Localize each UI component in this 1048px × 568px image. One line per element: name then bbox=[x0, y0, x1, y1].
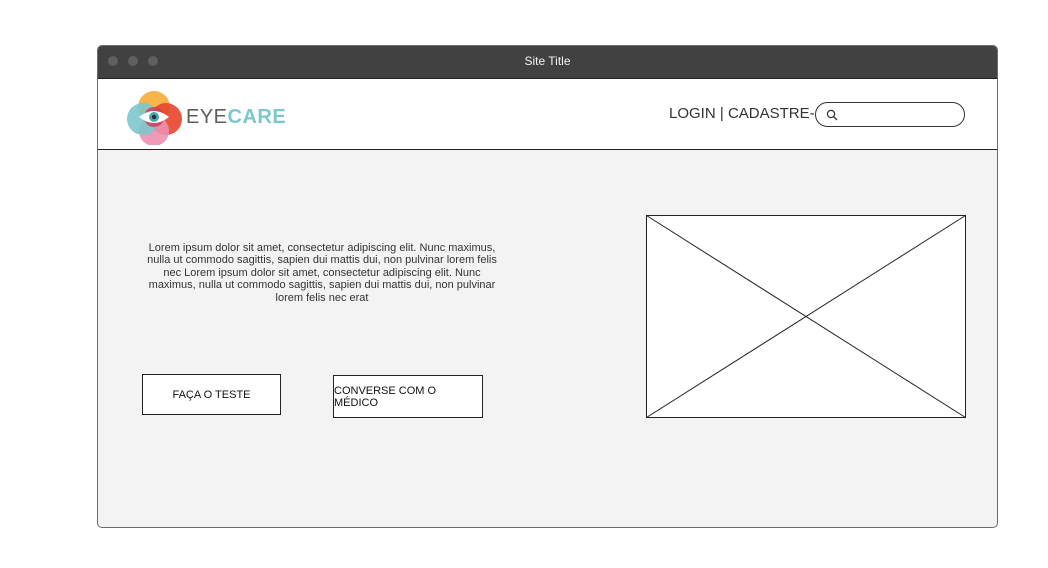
logo[interactable]: EYECARE bbox=[126, 87, 286, 146]
take-test-button[interactable]: FAÇA O TESTE bbox=[142, 374, 281, 415]
browser-window: Site Title EYECARE LOGIN | CADASTRE-SE L… bbox=[97, 45, 998, 528]
logo-text-eye: EYE bbox=[186, 106, 228, 128]
title-bar: Site Title bbox=[98, 46, 997, 78]
talk-to-doctor-button[interactable]: CONVERSE COM O MÉDICO bbox=[333, 375, 483, 418]
site-header: EYECARE LOGIN | CADASTRE-SE bbox=[98, 78, 997, 150]
search-input[interactable] bbox=[842, 106, 961, 125]
window-title: Site Title bbox=[524, 54, 571, 68]
search-box[interactable] bbox=[815, 102, 965, 127]
image-placeholder bbox=[646, 215, 966, 418]
logo-text-care: CARE bbox=[227, 106, 287, 128]
logo-text: EYECARE bbox=[186, 106, 286, 129]
hero-description: Lorem ipsum dolor sit amet, consectetur … bbox=[147, 242, 497, 304]
eye-logo-icon bbox=[127, 91, 182, 146]
search-icon bbox=[826, 109, 838, 121]
login-link[interactable]: LOGIN bbox=[669, 105, 716, 122]
auth-separator: | bbox=[719, 105, 724, 122]
auth-links: LOGIN | CADASTRE-SE bbox=[669, 105, 835, 122]
